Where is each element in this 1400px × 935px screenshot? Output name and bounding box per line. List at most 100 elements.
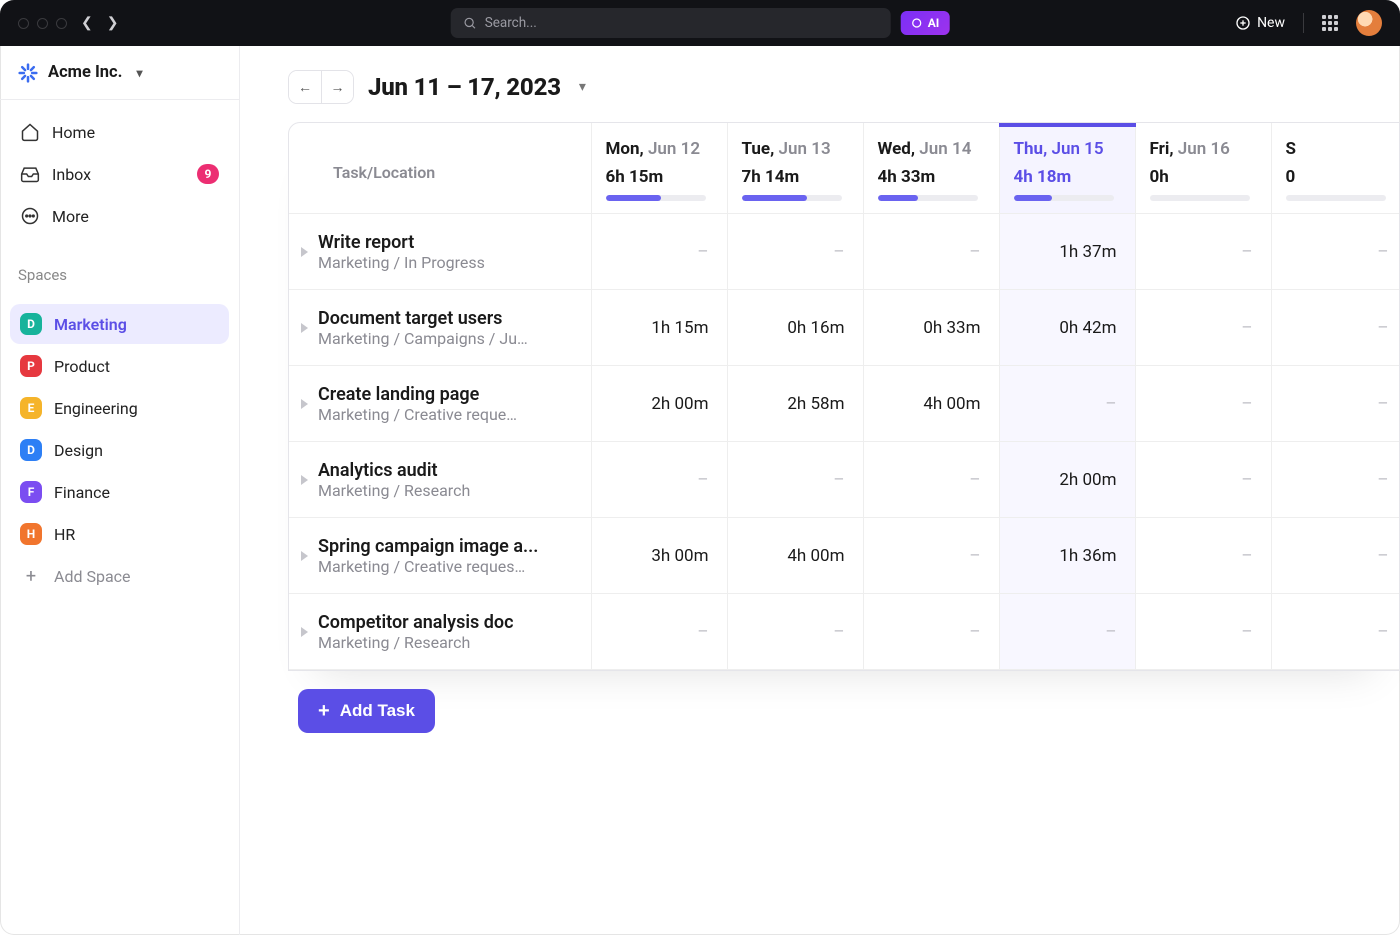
caret-right-icon[interactable] [301,399,308,409]
ai-button[interactable]: AI [901,11,950,35]
add-space-button[interactable]: +Add Space [10,556,229,596]
time-cell[interactable]: 2h 58m [727,366,863,442]
time-cell[interactable]: – [863,594,999,670]
time-cell[interactable]: – [863,442,999,518]
time-cell[interactable]: – [591,214,727,290]
time-cell[interactable]: 0h 33m [863,290,999,366]
time-cell[interactable]: – [1271,594,1400,670]
space-color-icon: F [20,481,42,503]
time-cell[interactable]: – [999,594,1135,670]
task-cell[interactable]: Document target usersMarketing / Campaig… [289,290,591,366]
time-cell[interactable]: – [1135,518,1271,594]
nav-more[interactable]: More [10,196,229,236]
time-cell[interactable]: 1h 37m [999,214,1135,290]
topbar-right: New [1235,10,1382,36]
spaces-list: DMarketingPProductEEngineeringDDesignFFi… [0,292,239,608]
column-day-head[interactable]: Thu, Jun 15 4h 18m [999,123,1135,214]
time-cell[interactable]: – [1135,290,1271,366]
time-cell[interactable]: – [1271,290,1400,366]
time-cell[interactable]: – [1271,442,1400,518]
apps-icon[interactable] [1322,15,1338,31]
day-heading: Fri, Jun 16 [1150,139,1257,159]
new-button[interactable]: New [1235,15,1285,31]
window-max-dot[interactable] [56,18,67,29]
sidebar-space-finance[interactable]: FFinance [10,472,229,512]
time-cell[interactable]: – [1135,214,1271,290]
search-placeholder: Search... [485,15,537,31]
column-day-head[interactable]: Fri, Jun 160h [1135,123,1271,214]
column-day-head[interactable]: S 0 [1271,123,1400,214]
time-cell[interactable]: – [1271,518,1400,594]
column-day-head[interactable]: Mon, Jun 126h 15m [591,123,727,214]
window-min-dot[interactable] [37,18,48,29]
caret-right-icon[interactable] [301,475,308,485]
task-name: Document target users [318,308,528,329]
prev-week-button[interactable]: ← [289,71,321,103]
inbox-badge: 9 [197,164,219,184]
task-path: Marketing / Campaigns / Ju… [318,329,528,348]
nav-inbox[interactable]: Inbox 9 [10,154,229,194]
time-cell[interactable]: – [1135,442,1271,518]
time-cell[interactable]: – [863,214,999,290]
sidebar-space-engineering[interactable]: EEngineering [10,388,229,428]
space-color-icon: D [20,439,42,461]
task-cell[interactable]: Create landing pageMarketing / Creative … [289,366,591,442]
chevron-down-icon[interactable]: ▾ [579,79,586,95]
add-task-label: Add Task [340,701,415,721]
sidebar-space-marketing[interactable]: DMarketing [10,304,229,344]
time-cell[interactable]: 4h 00m [863,366,999,442]
time-cell[interactable]: 2h 00m [591,366,727,442]
day-hours-total: 4h 18m [1014,167,1121,187]
timesheet-table: Task/Location Mon, Jun 126h 15mTue, Jun … [288,122,1400,671]
nav-home[interactable]: Home [10,112,229,152]
sidebar-space-hr[interactable]: HHR [10,514,229,554]
time-cell[interactable]: – [727,214,863,290]
time-cell[interactable]: 0h 42m [999,290,1135,366]
day-heading: Thu, Jun 15 [1014,139,1121,159]
time-cell[interactable]: 2h 00m [999,442,1135,518]
time-cell[interactable]: – [727,594,863,670]
next-week-button[interactable]: → [321,71,353,103]
time-cell[interactable]: – [999,366,1135,442]
time-cell[interactable]: – [863,518,999,594]
sidebar-space-design[interactable]: DDesign [10,430,229,470]
time-cell[interactable]: 3h 00m [591,518,727,594]
column-day-head[interactable]: Tue, Jun 137h 14m [727,123,863,214]
back-button[interactable]: ❮ [81,15,93,31]
caret-right-icon[interactable] [301,627,308,637]
caret-right-icon[interactable] [301,247,308,257]
task-cell[interactable]: Analytics auditMarketing / Research [289,442,591,518]
task-path: Marketing / In Progress [318,253,485,272]
time-cell[interactable]: – [1135,366,1271,442]
time-cell[interactable]: – [1271,214,1400,290]
search-input[interactable]: Search... [451,8,891,38]
time-cell[interactable]: – [1135,594,1271,670]
day-heading: S [1286,139,1393,159]
time-cell[interactable]: 0h 16m [727,290,863,366]
time-cell[interactable]: 1h 15m [591,290,727,366]
window-close-dot[interactable] [18,18,29,29]
time-cell[interactable]: – [591,594,727,670]
sidebar-space-product[interactable]: PProduct [10,346,229,386]
day-heading: Mon, Jun 12 [606,139,713,159]
time-cell[interactable]: – [591,442,727,518]
time-cell[interactable]: 1h 36m [999,518,1135,594]
time-cell[interactable]: – [727,442,863,518]
task-name: Create landing page [318,384,517,405]
time-cell[interactable]: 4h 00m [727,518,863,594]
time-cell[interactable]: – [1271,366,1400,442]
task-cell[interactable]: Competitor analysis docMarketing / Resea… [289,594,591,670]
user-avatar[interactable] [1356,10,1382,36]
add-task-button[interactable]: + Add Task [298,689,435,733]
caret-right-icon[interactable] [301,551,308,561]
task-path: Marketing / Research [318,633,513,652]
date-range-title[interactable]: Jun 11 – 17, 2023 [368,73,561,101]
task-cell[interactable]: Spring campaign image a...Marketing / Cr… [289,518,591,594]
forward-button[interactable]: ❯ [107,15,119,31]
column-day-head[interactable]: Wed, Jun 144h 33m [863,123,999,214]
day-progress-bar [742,195,842,201]
nav-label: Inbox [52,165,91,184]
workspace-switcher[interactable]: Acme Inc. ▾ [0,46,239,100]
caret-right-icon[interactable] [301,323,308,333]
task-cell[interactable]: Write reportMarketing / In Progress [289,214,591,290]
